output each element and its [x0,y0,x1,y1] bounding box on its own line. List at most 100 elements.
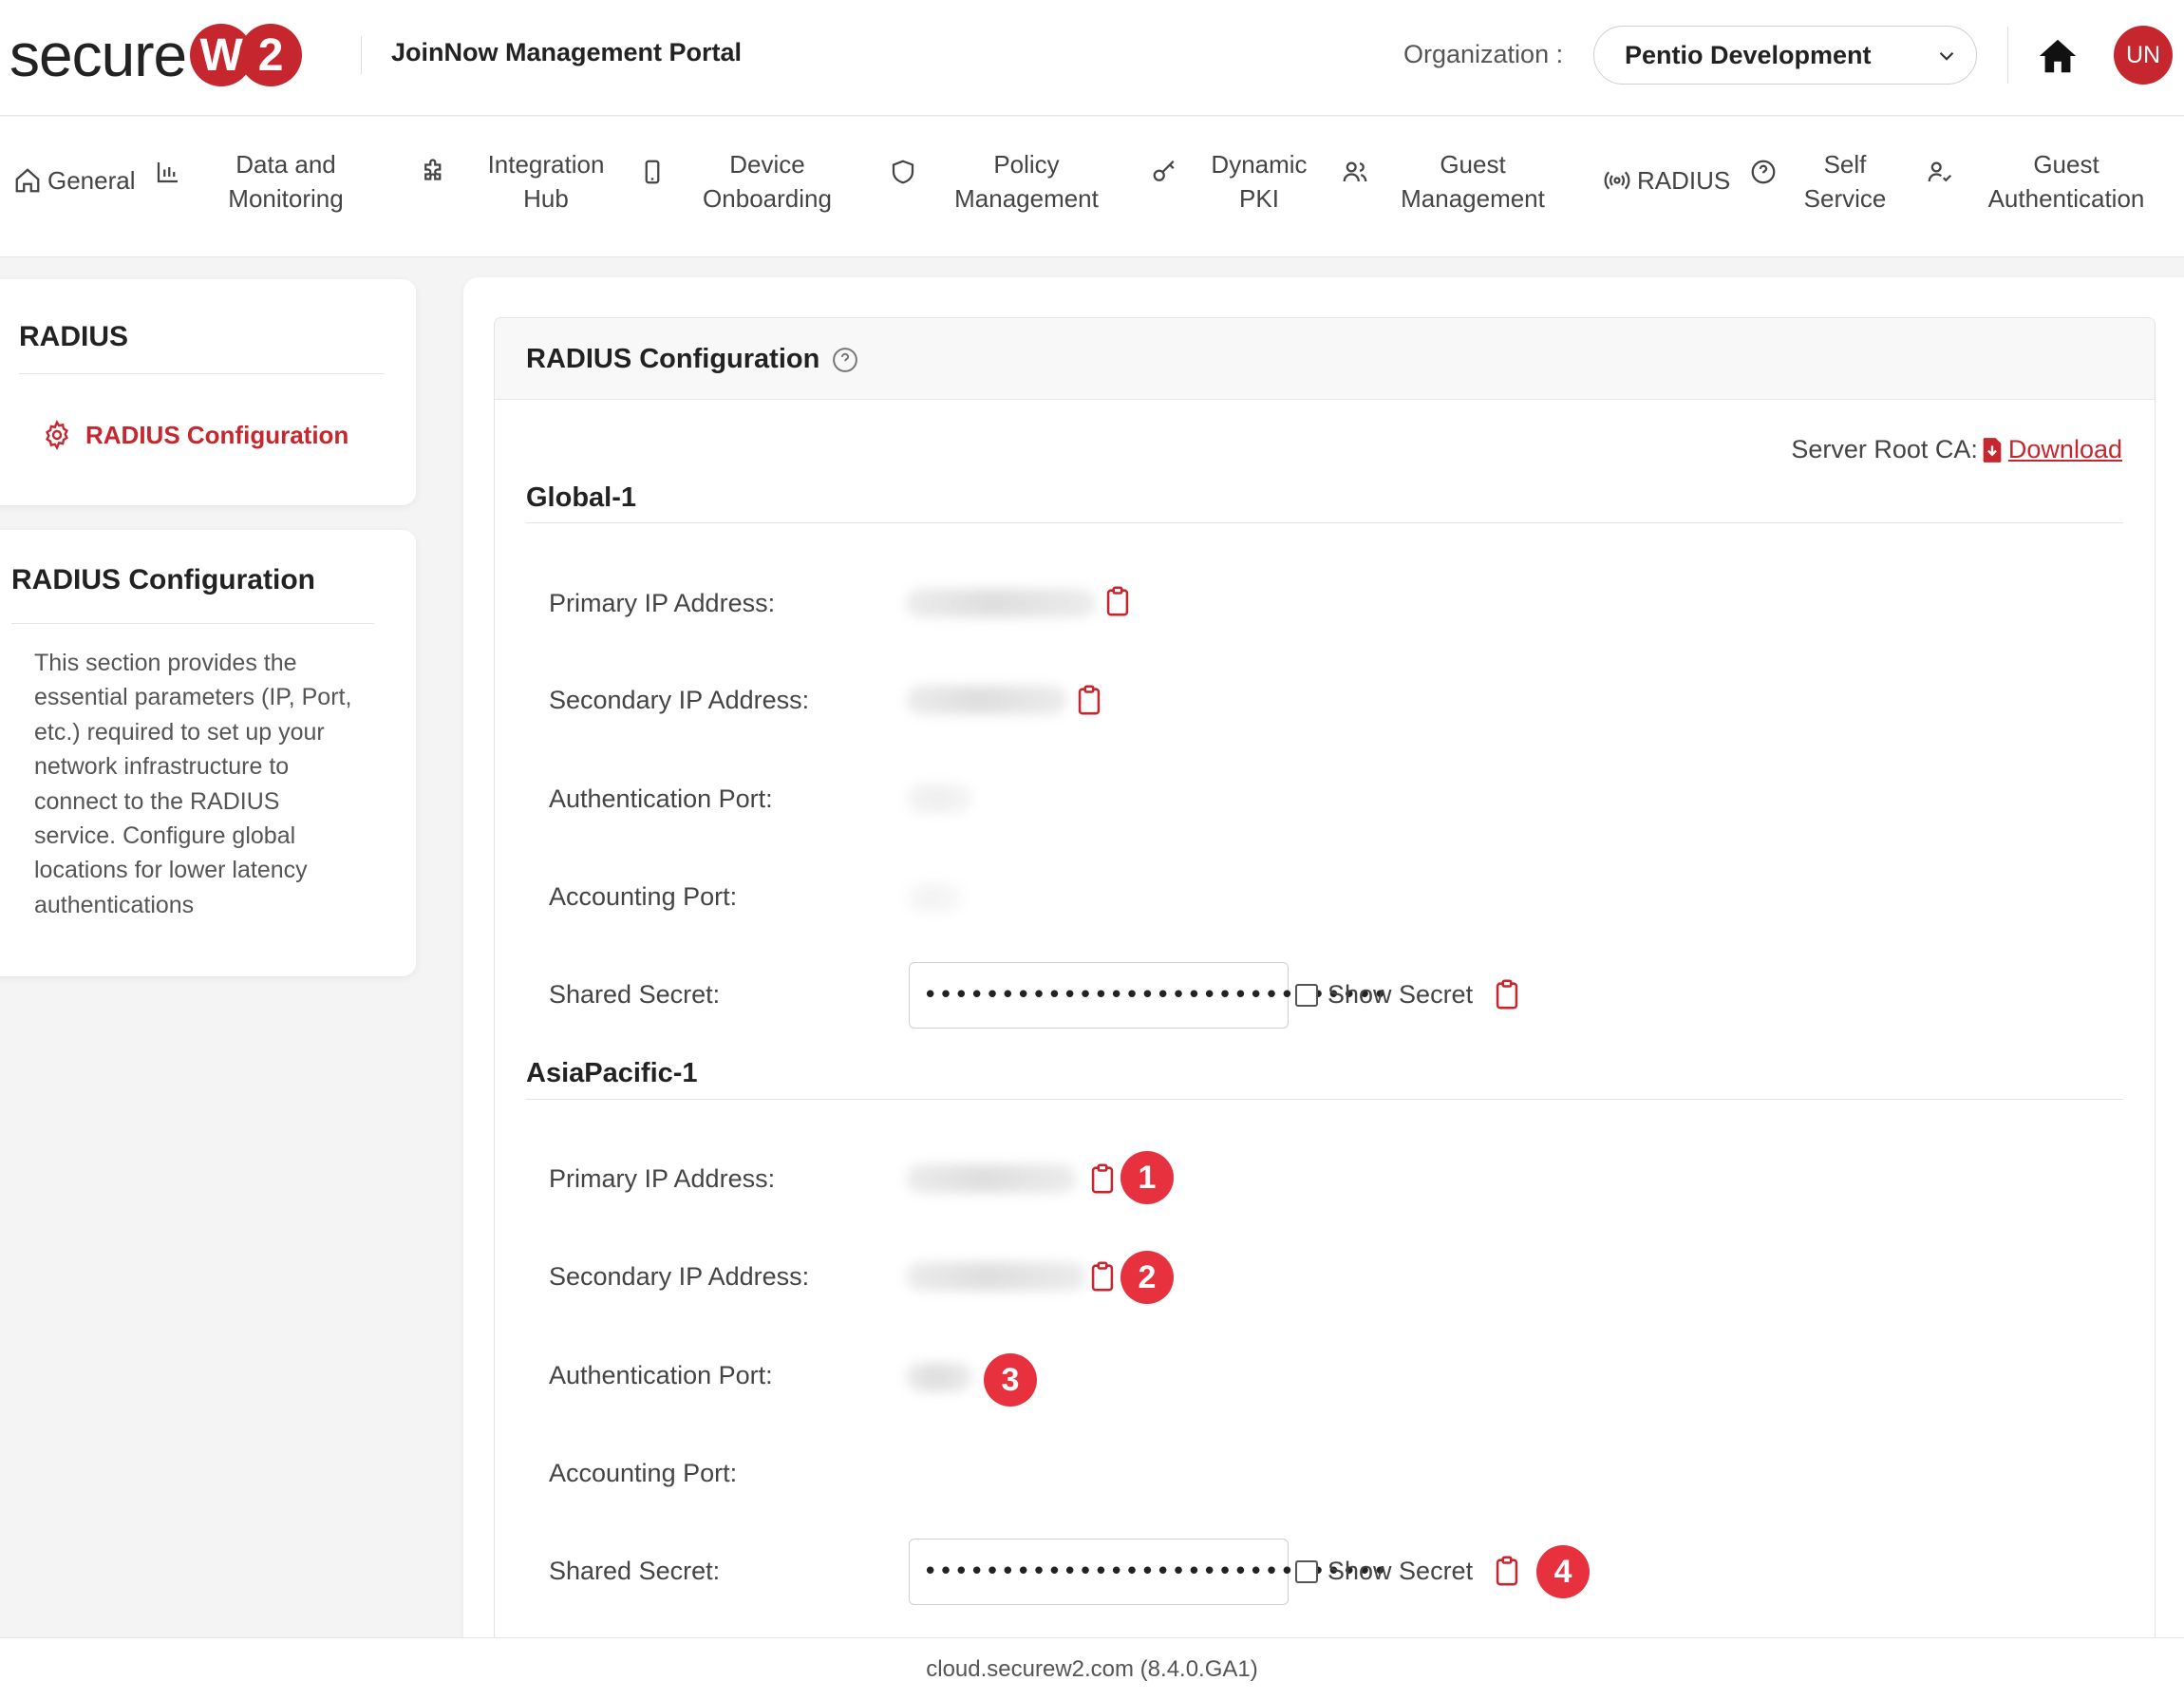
auth-port-label: Authentication Port: [549,1361,773,1389]
nav-label-self: Self [1823,150,1867,179]
gear-icon [46,420,68,450]
logo-2-circle: 2 [239,24,303,86]
nav-label-pki: PKI [1239,184,1279,213]
top-header: secure W 2 JoinNow Management Portal Org… [0,0,2184,116]
auth-port-value-blurred [906,1363,972,1391]
radius-nav-panel: RADIUS RADIUS Configuration [0,279,416,505]
download-link[interactable]: Download [2008,435,2122,464]
footer-version-text: cloud.securew2.com (8.4.0.GA1) [926,1655,1258,1682]
clipboard-icon[interactable] [1493,978,1521,1011]
secondary-ip-label: Secondary IP Address: [549,1262,810,1291]
broadcast-icon [1604,171,1630,190]
info-line: network infrastructure to [34,753,290,781]
nav-item-policy-management[interactable]: Policy Management [889,147,1107,216]
nav-label-data: Data and [235,150,336,179]
nav-label-policy: Policy [993,150,1060,179]
home-icon[interactable] [2036,34,2080,78]
nav-item-radius[interactable]: RADIUS [1603,163,1730,198]
clipboard-icon[interactable] [1088,1260,1117,1293]
acct-port-label: Accounting Port: [549,1459,738,1487]
section-title-global-1: Global-1 [526,482,637,513]
panel-divider [19,373,385,374]
help-circle-icon [1751,160,1776,184]
auth-port-label: Authentication Port: [549,784,773,813]
nav-label-dynamic: Dynamic [1211,150,1308,179]
nav-label-hub: Hub [523,184,569,213]
info-line: locations for lower latency [34,857,308,884]
info-line: This section provides the [34,650,297,676]
show-secret-toggle[interactable]: Show Secret [1295,980,1473,1010]
section-divider [526,1099,2123,1100]
nav-item-guest-authentication[interactable]: Guest Authentication [1926,147,2161,216]
shared-secret-field[interactable]: •••••••••••••••••••••••••••••• [909,1539,1387,1605]
shield-icon [892,160,914,184]
shared-secret-field[interactable]: •••••••••••••••••••••••••••••• [909,962,1387,1029]
organization-label: Organization : [1403,40,1564,68]
info-panel-description: This section provides the essential para… [34,646,376,922]
root-ca-label: Server Root CA: [1791,435,1978,463]
nav-item-guest-management[interactable]: Guest Management [1341,147,1553,216]
primary-ip-value-blurred [906,1164,1077,1193]
nav-item-data-monitoring[interactable]: Data and Monitoring [154,147,367,216]
nav-label-onboarding: Onboarding [703,184,832,213]
portal-title: JoinNow Management Portal [391,38,743,66]
nav-label-monitoring: Monitoring [228,184,344,213]
show-secret-toggle[interactable]: Show Secret [1295,1557,1473,1586]
section-divider [526,522,2123,523]
nav-item-self-service[interactable]: Self Service [1749,147,1897,216]
show-secret-checkbox[interactable] [1295,1559,1318,1583]
primary-ip-label: Primary IP Address: [549,589,776,617]
header-divider [361,36,362,74]
clipboard-icon[interactable] [1088,1162,1117,1195]
nav-label-guest-auth: Guest [2033,150,2099,179]
page-title: RADIUS Configuration [526,344,820,374]
help-icon[interactable] [831,346,859,374]
callout-badge-1: 1 [1120,1151,1174,1204]
securew2-logo[interactable]: secure W 2 [9,21,303,89]
nav-item-general[interactable]: General [13,163,136,198]
nav-item-dynamic-pki[interactable]: Dynamic PKI [1151,147,1316,216]
primary-ip-value-blurred [906,589,1096,617]
sidebar-item-label: RADIUS Configuration [85,420,349,449]
acct-port-label: Accounting Port: [549,882,738,911]
show-secret-label: Show Secret [1327,1557,1474,1585]
user-check-icon [1928,161,1952,182]
sidebar-item-radius-configuration[interactable]: RADIUS Configuration [42,420,348,450]
show-secret-checkbox[interactable] [1295,983,1318,1007]
info-line: authentications [34,891,195,918]
secondary-ip-label: Secondary IP Address: [549,686,810,714]
shared-secret-label: Shared Secret: [549,1557,721,1585]
callout-badge-3: 3 [984,1353,1037,1407]
info-line: essential parameters (IP, Port, [34,684,352,711]
chevron-down-icon [1939,51,1954,61]
nav-item-integration-hub[interactable]: Integration Hub [420,147,617,216]
clipboard-icon[interactable] [1075,684,1103,716]
clipboard-icon[interactable] [1493,1555,1521,1587]
server-root-ca: Server Root CA: Download [1791,435,2122,464]
logo-text: secure [9,21,187,89]
organization-value: Pentio Development [1625,40,1872,69]
shared-secret-label: Shared Secret: [549,980,721,1009]
nav-label-device: Device [729,150,805,179]
auth-port-value-blurred [906,784,972,813]
clipboard-icon[interactable] [1103,585,1132,617]
user-avatar[interactable]: UN [2114,26,2173,85]
nav-item-device-onboarding[interactable]: Device Onboarding [638,147,843,216]
phone-icon [645,160,660,184]
organization-select[interactable]: Pentio Development [1593,26,1977,85]
main-nav: General Data and Monitoring Integration … [0,117,2184,257]
panel-divider [11,623,374,624]
config-title: RADIUS Configuration [526,344,859,375]
nav-label-management: Management [954,184,1099,213]
section-title-asiapacific-1: AsiaPacific-1 [526,1058,698,1088]
key-icon [1153,160,1175,181]
info-panel: RADIUS Configuration This section provid… [0,530,416,976]
nav-label-service: Service [1803,184,1887,213]
callout-badge-4: 4 [1536,1545,1590,1598]
file-download-icon[interactable] [1982,437,2003,463]
home-icon [15,168,40,193]
nav-label-integration: Integration [487,150,605,179]
info-line: connect to the RADIUS [34,787,280,815]
secondary-ip-value-blurred [906,1262,1086,1291]
users-icon [1343,161,1367,182]
